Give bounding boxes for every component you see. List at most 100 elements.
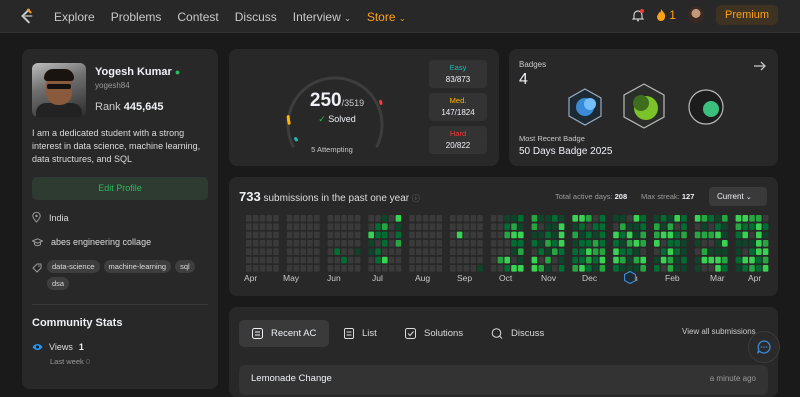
heatmap-cell[interactable]: [252, 231, 259, 239]
heatmap-cell[interactable]: [314, 231, 320, 239]
heatmap-cell[interactable]: [640, 256, 646, 264]
heatmap-cell[interactable]: [259, 240, 266, 247]
heatmap-cell[interactable]: [286, 265, 293, 272]
heatmap-cell[interactable]: [259, 223, 266, 230]
heatmap-cell[interactable]: [579, 223, 585, 230]
heatmap-cell[interactable]: [735, 248, 742, 255]
heatmap-cell[interactable]: [667, 215, 674, 222]
heatmap-cell[interactable]: [354, 240, 361, 247]
heatmap-cell[interactable]: [592, 248, 599, 255]
heatmap-cell[interactable]: [558, 256, 565, 264]
heatmap-cell[interactable]: [246, 265, 252, 272]
heatmap-cell[interactable]: [354, 215, 361, 222]
heatmap-cell[interactable]: [708, 248, 714, 255]
heatmap-cell[interactable]: [388, 215, 395, 222]
heatmap-cell[interactable]: [626, 231, 633, 239]
heatmap-cell[interactable]: [742, 223, 748, 230]
heatmap-cell[interactable]: [409, 248, 415, 255]
heatmap-cell[interactable]: [762, 231, 769, 239]
heatmap-cell[interactable]: [504, 265, 510, 272]
heatmap-cell[interactable]: [545, 231, 551, 239]
heatmap-cell[interactable]: [382, 231, 388, 239]
heatmap-cell[interactable]: [368, 240, 374, 247]
heatmap-cell[interactable]: [735, 265, 742, 272]
heatmap-cell[interactable]: [436, 240, 442, 247]
heatmap-cell[interactable]: [422, 231, 429, 239]
heatmap-cell[interactable]: [409, 240, 415, 247]
heatmap-cell[interactable]: [286, 215, 293, 222]
heatmap-cell[interactable]: [450, 215, 456, 222]
heatmap-cell[interactable]: [456, 256, 463, 264]
heatmap-cell[interactable]: [348, 215, 354, 222]
heatmap-cell[interactable]: [742, 215, 748, 222]
heatmap-cell[interactable]: [722, 256, 728, 264]
heatmap-cell[interactable]: [518, 240, 524, 247]
heatmap-cell[interactable]: [504, 215, 510, 222]
recent-ac-row[interactable]: Lemonade Change a minute ago: [239, 365, 768, 395]
heatmap-cell[interactable]: [293, 256, 300, 264]
heatmap-cell[interactable]: [307, 223, 313, 230]
heatmap-cell[interactable]: [708, 240, 714, 247]
heatmap-cell[interactable]: [545, 265, 551, 272]
heatmap-cell[interactable]: [259, 215, 266, 222]
heatmap-cell[interactable]: [735, 231, 742, 239]
heatmap-cell[interactable]: [749, 215, 755, 222]
heatmap-cell[interactable]: [456, 231, 463, 239]
heatmap-cell[interactable]: [341, 215, 347, 222]
heatmap-cell[interactable]: [552, 223, 558, 230]
heatmap-cell[interactable]: [450, 240, 456, 247]
heatmap-cell[interactable]: [382, 215, 388, 222]
heatmap-cell[interactable]: [334, 248, 340, 255]
hard-stat[interactable]: Hard 20/822: [429, 126, 487, 154]
heatmap-cell[interactable]: [681, 223, 687, 230]
heatmap-cell[interactable]: [538, 265, 544, 272]
heatmap-cell[interactable]: [674, 215, 680, 222]
heatmap-cell[interactable]: [388, 256, 395, 264]
heatmap-cell[interactable]: [497, 215, 504, 222]
heatmap-cell[interactable]: [375, 240, 381, 247]
heatmap-cell[interactable]: [654, 240, 660, 247]
heatmap-cell[interactable]: [545, 256, 551, 264]
heatmap-cell[interactable]: [633, 240, 640, 247]
heatmap-cell[interactable]: [429, 231, 436, 239]
heatmap-cell[interactable]: [477, 223, 483, 230]
heatmap-cell[interactable]: [252, 223, 259, 230]
heatmap-cell[interactable]: [388, 248, 395, 255]
heatmap-cell[interactable]: [586, 248, 592, 255]
heatmap-cell[interactable]: [395, 223, 402, 230]
heatmap-cell[interactable]: [334, 240, 340, 247]
heatmap-cell[interactable]: [613, 240, 619, 247]
heatmap-cell[interactable]: [620, 231, 626, 239]
heatmap-cell[interactable]: [592, 223, 599, 230]
heatmap-cell[interactable]: [477, 240, 483, 247]
heatmap-cell[interactable]: [246, 248, 252, 255]
heatmap-cell[interactable]: [470, 223, 476, 230]
heatmap-cell[interactable]: [334, 215, 340, 222]
heatmap-cell[interactable]: [429, 265, 436, 272]
heatmap-cell[interactable]: [395, 240, 402, 247]
heatmap-cell[interactable]: [708, 265, 714, 272]
heatmap-cell[interactable]: [341, 223, 347, 230]
heatmap-cell[interactable]: [286, 240, 293, 247]
heatmap-cell[interactable]: [626, 223, 633, 230]
heatmap-cell[interactable]: [654, 248, 660, 255]
heatmap-cell[interactable]: [293, 248, 300, 255]
heatmap-cell[interactable]: [667, 223, 674, 230]
heatmap-cell[interactable]: [552, 231, 558, 239]
heatmap-cell[interactable]: [273, 215, 279, 222]
heatmap-cell[interactable]: [592, 265, 599, 272]
heatmap-cell[interactable]: [375, 265, 381, 272]
heatmap-cell[interactable]: [246, 215, 252, 222]
heatmap-cell[interactable]: [694, 265, 701, 272]
heatmap-cell[interactable]: [701, 248, 708, 255]
skill-tag[interactable]: dsa: [47, 277, 70, 290]
heatmap-cell[interactable]: [613, 248, 619, 255]
heatmap-cell[interactable]: [592, 215, 599, 222]
heatmap-cell[interactable]: [259, 265, 266, 272]
heatmap-cell[interactable]: [586, 215, 592, 222]
heatmap-cell[interactable]: [307, 256, 313, 264]
heatmap-cell[interactable]: [470, 240, 476, 247]
heatmap-cell[interactable]: [395, 248, 402, 255]
heatmap-cell[interactable]: [762, 223, 769, 230]
heatmap-cell[interactable]: [314, 256, 320, 264]
